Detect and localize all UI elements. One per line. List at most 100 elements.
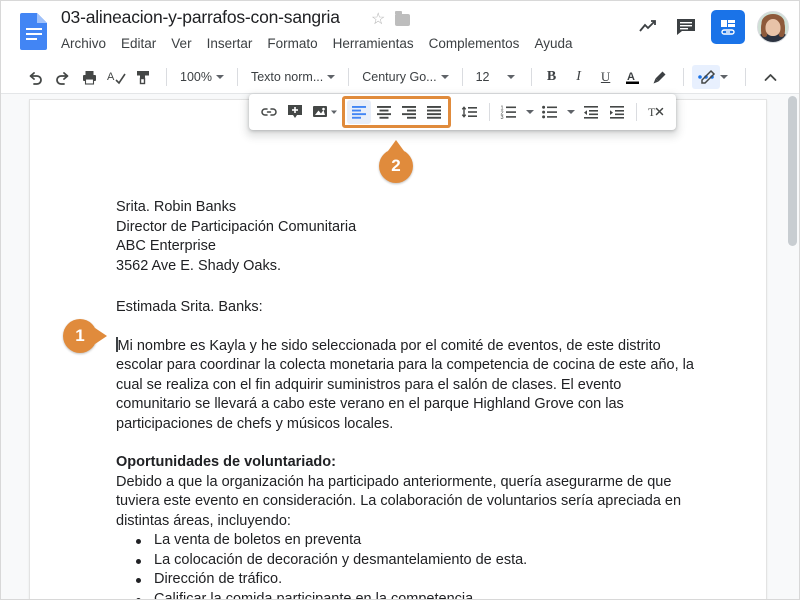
paragraph-style-select[interactable]: Texto norm... xyxy=(246,65,340,89)
comment-icon[interactable] xyxy=(673,14,699,40)
link-icon[interactable] xyxy=(257,100,281,124)
increase-indent-icon[interactable] xyxy=(605,100,629,124)
chevron-down-icon xyxy=(507,75,516,79)
user-avatar[interactable] xyxy=(757,11,789,43)
undo-icon[interactable] xyxy=(23,65,47,89)
vertical-scrollbar[interactable] xyxy=(787,94,798,599)
clear-formatting-icon[interactable]: T xyxy=(644,100,668,124)
menu-ver[interactable]: Ver xyxy=(171,34,199,53)
body-paragraph-1: Mi nombre es Kayla y he sido seleccionad… xyxy=(116,336,696,435)
zoom-value: 100% xyxy=(180,70,212,84)
scrollbar-thumb[interactable] xyxy=(788,96,797,246)
toolbar-divider xyxy=(489,103,490,121)
address-line: 3562 Ave E. Shady Oaks. xyxy=(116,257,281,274)
google-docs-window: 03-alineacion-y-parrafos-con-sangria ☆ A… xyxy=(0,0,800,600)
align-justify-button[interactable] xyxy=(422,100,446,124)
style-value: Texto norm... xyxy=(250,70,324,84)
zoom-select[interactable]: 100% xyxy=(175,65,229,89)
svg-text:T: T xyxy=(648,105,656,119)
text-color-button[interactable]: A xyxy=(621,65,645,89)
toolbar-divider xyxy=(348,68,350,86)
menu-bar: Archivo Editar Ver Insertar Formato Herr… xyxy=(61,34,587,53)
align-right-icon xyxy=(402,106,416,119)
chevron-up-icon[interactable] xyxy=(758,65,782,89)
menu-formato[interactable]: Formato xyxy=(267,34,325,53)
header-actions xyxy=(635,10,789,44)
align-right-button[interactable] xyxy=(397,100,421,124)
present-slides-icon[interactable] xyxy=(711,10,745,44)
toolbar-divider xyxy=(461,68,463,86)
chevron-down-icon xyxy=(720,75,728,79)
redo-icon[interactable] xyxy=(50,65,74,89)
menu-archivo[interactable]: Archivo xyxy=(61,34,114,53)
chevron-down-icon xyxy=(215,75,224,79)
page-title[interactable]: 03-alineacion-y-parrafos-con-sangria xyxy=(61,7,340,28)
italic-button[interactable]: I xyxy=(567,65,591,89)
callout-badge-1: 1 xyxy=(63,319,97,353)
chevron-down-icon xyxy=(525,110,534,114)
menu-insertar[interactable]: Insertar xyxy=(207,34,261,53)
menu-herramientas[interactable]: Herramientas xyxy=(333,34,422,53)
paint-format-icon[interactable] xyxy=(131,65,155,89)
align-center-icon xyxy=(377,106,391,119)
align-left-button[interactable] xyxy=(347,100,371,124)
numbered-list-caret[interactable] xyxy=(523,100,536,124)
toolbar-divider xyxy=(682,68,684,86)
overflow-toolbar: 1 2 3 T xyxy=(249,94,676,130)
address-line: ABC Enterprise xyxy=(116,238,216,254)
body-paragraph-2: Debido a que la organización ha particip… xyxy=(116,473,682,529)
activity-trend-icon[interactable] xyxy=(635,14,661,40)
callout-badge-2: 2 xyxy=(379,149,413,183)
align-center-button[interactable] xyxy=(372,100,396,124)
menu-complementos[interactable]: Complementos xyxy=(429,34,528,53)
align-justify-icon xyxy=(427,106,441,119)
toolbar-right-actions xyxy=(694,65,785,89)
toolbar-divider xyxy=(236,68,238,86)
chevron-down-icon xyxy=(327,75,336,79)
document-body[interactable]: Srita. Robin Banks Director de Participa… xyxy=(116,198,696,599)
paragraph-1-text: Mi nombre es Kayla y he sido seleccionad… xyxy=(116,337,694,432)
folder-move-icon[interactable] xyxy=(395,11,411,26)
insert-image-icon xyxy=(312,106,337,117)
menu-editar[interactable]: Editar xyxy=(121,34,164,53)
numbered-list-icon[interactable]: 1 2 3 xyxy=(497,100,521,124)
bulleted-list-caret[interactable] xyxy=(564,100,577,124)
app-header: 03-alineacion-y-parrafos-con-sangria ☆ A… xyxy=(1,1,799,61)
chevron-down-icon xyxy=(440,75,449,79)
underline-button[interactable]: U xyxy=(594,65,618,89)
edit-mode-select[interactable] xyxy=(694,65,733,89)
toolbar-divider xyxy=(166,68,167,86)
font-value: Century Go... xyxy=(362,70,437,84)
address-line: Srita. Robin Banks xyxy=(116,199,237,215)
list-item: La colocación de decoración y desmantela… xyxy=(136,551,696,571)
chevron-down-icon xyxy=(566,110,575,114)
font-family-select[interactable]: Century Go... xyxy=(357,65,453,89)
star-icon[interactable]: ☆ xyxy=(371,12,385,28)
svg-text:A: A xyxy=(627,71,635,83)
list-item: Dirección de tráfico. xyxy=(136,570,696,590)
print-icon[interactable] xyxy=(77,65,101,89)
spellcheck-icon[interactable]: A xyxy=(104,65,128,89)
menu-ayuda[interactable]: Ayuda xyxy=(534,34,580,53)
svg-text:A: A xyxy=(107,71,115,83)
docs-file-icon[interactable] xyxy=(19,12,49,50)
font-size-select[interactable]: 12 xyxy=(471,65,523,89)
toolbar-divider xyxy=(636,103,637,121)
list-item: Calificar la comida participante en la c… xyxy=(136,590,696,599)
bulleted-list-icon[interactable] xyxy=(538,100,562,124)
bold-button[interactable]: B xyxy=(540,65,564,89)
highlight-pen-icon[interactable] xyxy=(648,65,672,89)
bullet-list: La venta de boletos en preventa La coloc… xyxy=(116,531,696,599)
address-line: Director de Participación Comunitaria xyxy=(116,218,357,235)
formatting-toolbar: A 100% Texto norm... Century Go... 12 B … xyxy=(1,61,799,93)
insert-image-button[interactable] xyxy=(309,100,340,124)
line-spacing-icon[interactable] xyxy=(458,100,482,124)
edit-pencil-icon xyxy=(701,69,716,84)
title-area: 03-alineacion-y-parrafos-con-sangria xyxy=(61,7,340,28)
add-comment-icon[interactable] xyxy=(283,100,307,124)
decrease-indent-icon[interactable] xyxy=(579,100,603,124)
salutation: Estimada Srita. Banks: xyxy=(116,299,263,315)
